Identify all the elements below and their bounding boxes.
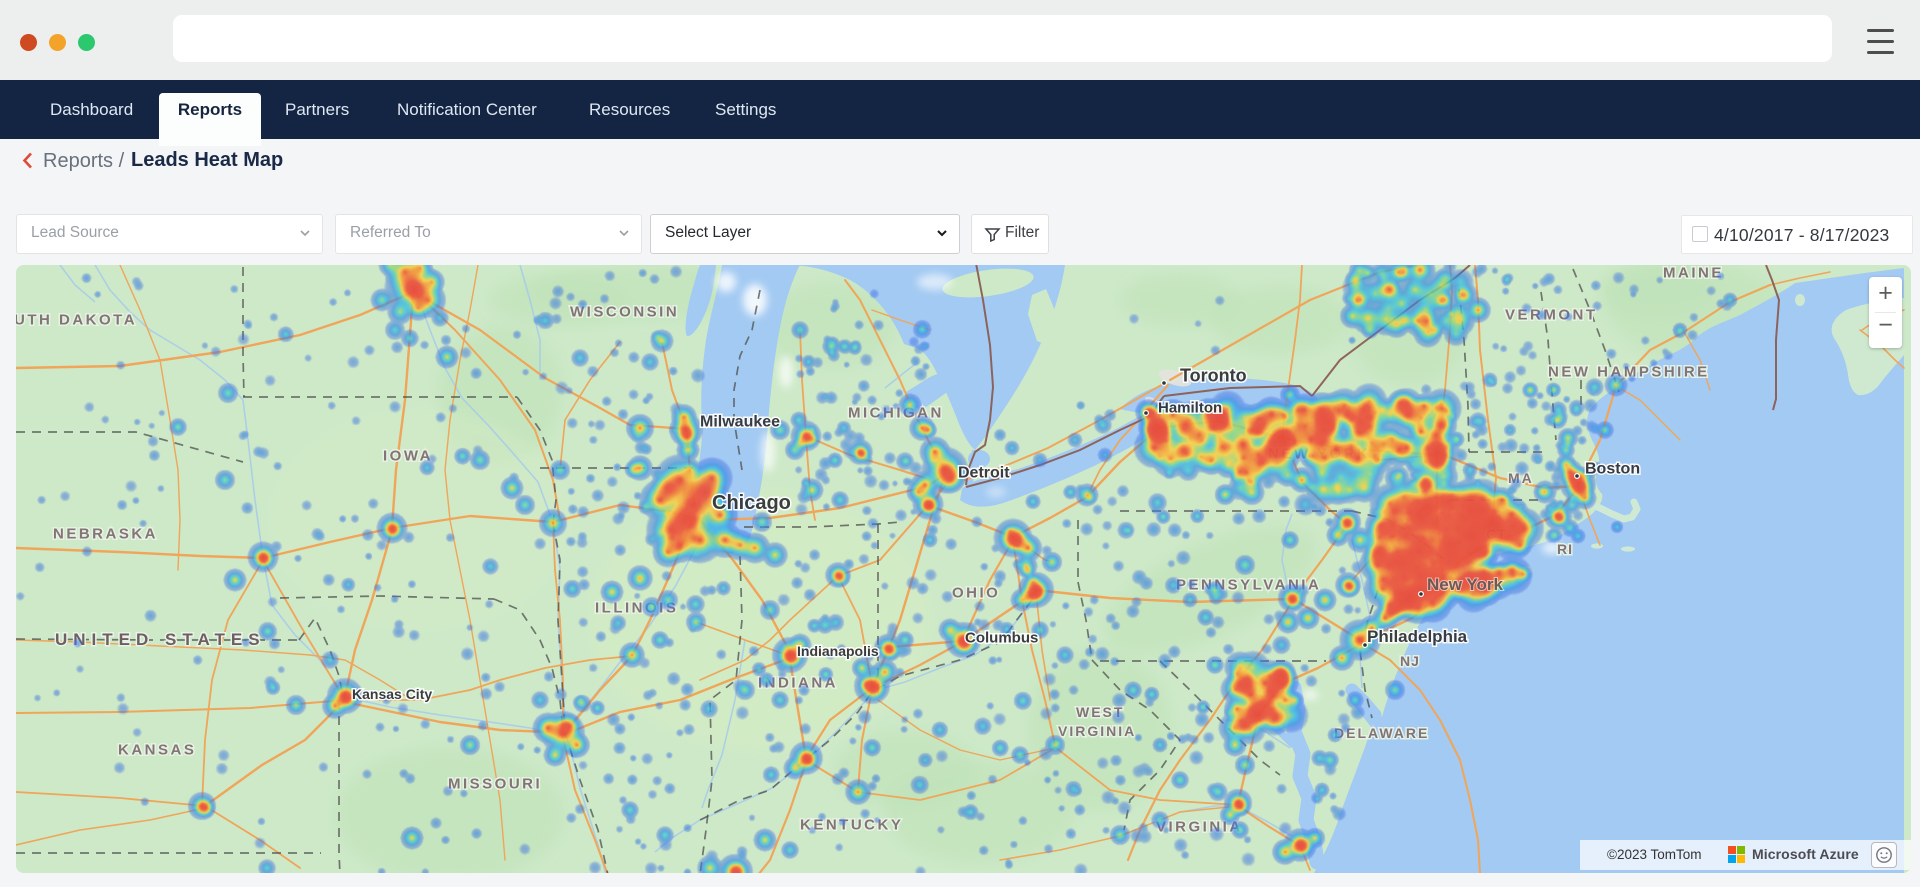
svg-text:Toronto: Toronto: [1180, 365, 1247, 385]
svg-text:Boston: Boston: [1585, 461, 1640, 478]
svg-text:Philadelphia: Philadelphia: [1367, 627, 1468, 646]
svg-text:Milwaukee: Milwaukee: [700, 414, 780, 431]
svg-text:Detroit: Detroit: [958, 465, 1010, 482]
svg-text:Indianapolis: Indianapolis: [797, 643, 879, 659]
svg-text:Hamilton: Hamilton: [1158, 399, 1222, 416]
svg-text:Columbus: Columbus: [965, 629, 1038, 646]
svg-text:Chicago: Chicago: [712, 492, 791, 514]
svg-text:New York: New York: [1427, 575, 1503, 594]
svg-text:Kansas City: Kansas City: [352, 686, 432, 702]
